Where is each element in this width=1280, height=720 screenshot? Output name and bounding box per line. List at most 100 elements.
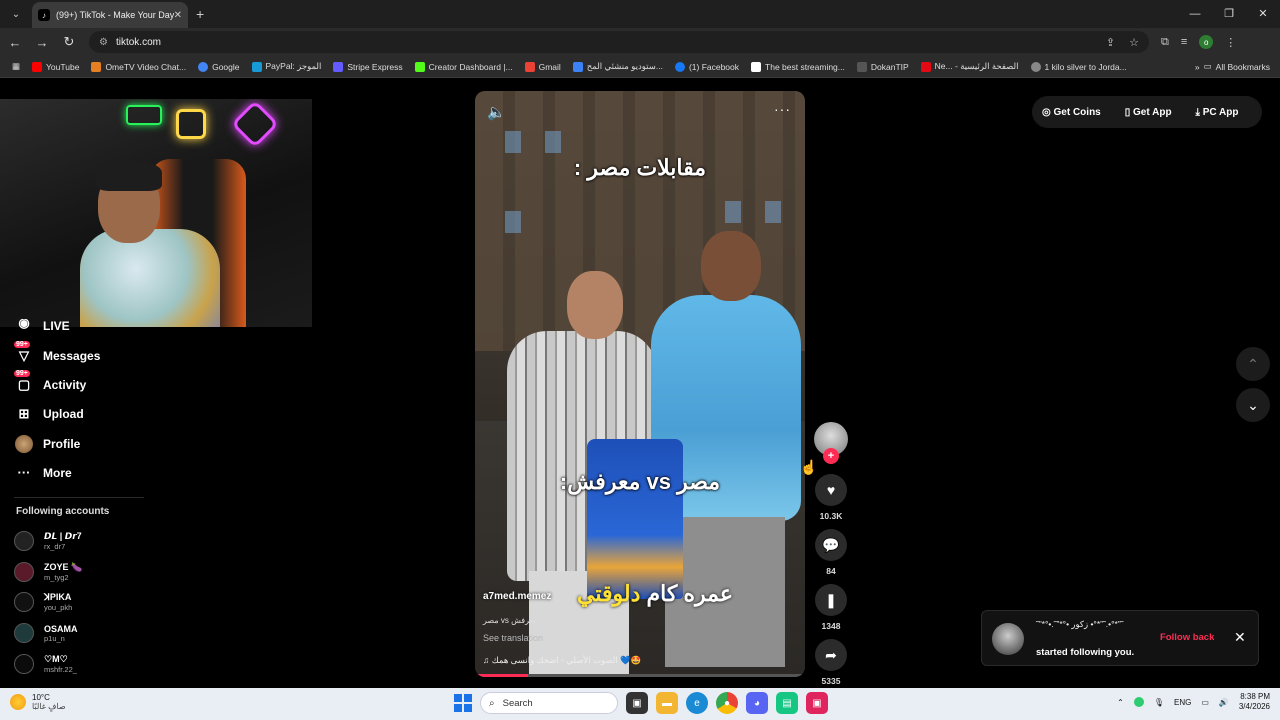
close-tab-icon[interactable]: ✕ — [174, 10, 182, 21]
bookmark-item[interactable]: Google — [198, 61, 240, 72]
install-app-icon[interactable]: ⇪ — [1106, 36, 1115, 49]
app-icon[interactable]: ▣ — [806, 692, 828, 714]
tab-search-icon[interactable]: ⌄ — [4, 4, 28, 24]
bookmark-star-icon[interactable]: ☆ — [1129, 36, 1139, 49]
tab-title: (99+) TikTok - Make Your Day — [56, 10, 174, 20]
share-button[interactable]: ➦ 5335 — [814, 639, 848, 686]
start-button[interactable] — [454, 694, 472, 712]
comment-count: 84 — [826, 566, 836, 576]
file-explorer-icon[interactable]: ▬ — [656, 692, 678, 714]
bookmark-item[interactable]: PayPal: الموجز — [251, 61, 321, 72]
following-account[interactable]: OSAMA p1u_n — [14, 618, 154, 649]
sidebar-nav: ◉ LIVE ▽ 99+ Messages ▢ 99+ Activity ⊞ Upl… — [14, 319, 154, 679]
video-player[interactable]: مقابلات مصر : مصر vs معرفش: عمره كام دلو… — [475, 91, 805, 677]
bookmark-item[interactable]: The best streaming... — [751, 61, 845, 72]
activity-icon: ▢ 99+ — [14, 369, 31, 392]
see-translation-link[interactable]: See translation — [483, 633, 543, 643]
app-icon[interactable]: ▤ — [776, 692, 798, 714]
volume-icon[interactable]: 🔈 — [487, 103, 506, 121]
bookmark-item[interactable]: Gmail — [524, 61, 561, 72]
all-bookmarks[interactable]: » ▭ All Bookmarks — [1195, 61, 1270, 72]
more-dots-icon: ··· — [17, 465, 31, 481]
site-info-icon[interactable]: ⚙ — [99, 37, 108, 48]
bookmark-item[interactable]: Creator Dashboard |... — [414, 61, 513, 72]
following-account[interactable]: 𝘿𝙇 | 𝘿𝙧7 rx_dr7 — [14, 525, 154, 556]
sidebar-item-live[interactable]: ◉ LIVE — [14, 319, 154, 333]
like-count: 10.3K — [819, 511, 843, 521]
tray-chevron-icon[interactable]: ⌃ — [1117, 698, 1124, 707]
apps-grid-icon[interactable]: ▦ — [12, 61, 20, 72]
reload-icon[interactable]: ↻ — [57, 34, 81, 50]
sidebar-item-upload[interactable]: ⊞ Upload — [14, 400, 154, 429]
follow-back-button[interactable]: Follow back — [1160, 632, 1214, 643]
url-input[interactable]: ⚙ tiktok.com ⇪ ☆ — [89, 31, 1149, 53]
avatar — [14, 530, 34, 551]
media-control-icon[interactable]: ≡ — [1181, 36, 1187, 48]
chrome-icon[interactable]: ● — [716, 692, 738, 714]
sidebar-item-profile[interactable]: Profile — [14, 429, 154, 458]
video-caption-middle: مصر vs معرفش: — [559, 469, 721, 494]
following-account[interactable]: ZOYE 🍆 m_tyg2 — [14, 556, 154, 587]
language-indicator[interactable]: ENG — [1174, 698, 1191, 707]
restore-icon[interactable]: ❐ — [1212, 0, 1246, 28]
bookmark-item[interactable]: YouTube — [32, 61, 79, 72]
back-icon[interactable]: ← — [3, 35, 27, 50]
share-icon: ➦ — [815, 639, 847, 671]
creator-avatar[interactable]: + — [814, 422, 848, 464]
video-progress-bar[interactable] — [475, 674, 805, 677]
video-music[interactable]: ♫ الصوت الأصلي - اضحك وانسى همك 💙🤩 — [483, 655, 641, 666]
follow-plus-icon[interactable]: + — [823, 448, 839, 464]
sidebar-item-messages[interactable]: ▽ 99+ Messages — [14, 340, 154, 370]
chips-bag — [587, 439, 683, 599]
extensions-icon[interactable]: ⧉ — [1161, 36, 1169, 49]
minimize-icon[interactable]: — — [1178, 0, 1212, 28]
edge-icon[interactable]: e — [686, 692, 708, 714]
profile-avatar[interactable]: o — [1199, 35, 1214, 49]
forward-icon[interactable]: → — [30, 35, 54, 50]
task-view-icon[interactable]: ▣ — [626, 692, 648, 714]
bookmark-item[interactable]: 1 kilo silver to Jorda... — [1030, 61, 1127, 72]
like-button[interactable]: ♥ 10.3K — [814, 474, 848, 521]
video-more-icon[interactable]: ··· — [774, 101, 791, 117]
following-account[interactable]: ꓘPIKA you_pkh — [14, 587, 154, 618]
previous-video-button[interactable]: ⌃ — [1236, 347, 1270, 381]
microphone-icon[interactable]: 🎙 — [1154, 698, 1164, 707]
mouse-cursor-icon: ☝ — [800, 459, 818, 475]
bookmark-item[interactable]: ستوديو منشئي المح... — [572, 61, 663, 72]
sidebar-item-more[interactable]: ··· More — [14, 458, 154, 487]
folder-icon: ▭ — [1203, 61, 1212, 71]
browser-tab[interactable]: ♪ (99+) TikTok - Make Your Day ✕ — [32, 2, 188, 28]
comment-button[interactable]: 💬 84 — [814, 529, 848, 576]
avatar — [14, 623, 34, 644]
close-icon[interactable]: ✕ — [1234, 629, 1246, 646]
video-caption-top: مقابلات مصر : — [573, 155, 707, 180]
get-app-button[interactable]: ▯ Get App — [1125, 107, 1184, 118]
video-author[interactable]: a7med.memez — [483, 591, 551, 602]
taskbar-search[interactable]: ⌕ Search — [480, 692, 618, 714]
volume-icon[interactable]: 🔊 — [1219, 698, 1229, 707]
browser-menu-icon[interactable]: ⋮ — [1225, 36, 1236, 49]
bookmark-item[interactable]: Stripe Express — [333, 61, 403, 72]
avatar — [14, 654, 34, 675]
new-tab-icon[interactable]: + — [196, 6, 204, 22]
clock[interactable]: 8:38 PM 3/4/2026 — [1239, 692, 1270, 712]
get-coins-button[interactable]: ◎ Get Coins — [1042, 107, 1113, 118]
bookmark-item[interactable]: Ne... - الصفحة الرئيسية — [920, 61, 1019, 72]
avatar — [992, 623, 1024, 655]
bookmark-item[interactable]: (1) Facebook — [674, 61, 739, 72]
pc-app-button[interactable]: ⤓ PC App — [1196, 107, 1251, 118]
weather-widget[interactable]: 10°C صافٍ غالبًا — [10, 693, 66, 711]
following-accounts-header: Following accounts — [16, 506, 110, 518]
tray-app-icon[interactable] — [1133, 697, 1144, 707]
next-video-button[interactable]: ⌄ — [1236, 388, 1270, 422]
webcam-overlay — [0, 99, 312, 327]
bookmark-item[interactable]: OmeTV Video Chat... — [91, 61, 186, 72]
discord-icon[interactable]: ◕ — [746, 692, 768, 714]
network-icon[interactable]: ▭ — [1201, 698, 1209, 707]
close-window-icon[interactable]: ✕ — [1246, 0, 1280, 28]
save-button[interactable]: ❚ 1348 — [814, 584, 848, 631]
bookmark-item[interactable]: DokanTIP — [856, 61, 909, 72]
following-account[interactable]: ♡M♡ mshfr.22_ — [14, 649, 154, 680]
sidebar-item-activity[interactable]: ▢ 99+ Activity — [14, 369, 154, 399]
browser-tabbar: ⌄ ♪ (99+) TikTok - Make Your Day ✕ + — ❐… — [0, 0, 1280, 28]
